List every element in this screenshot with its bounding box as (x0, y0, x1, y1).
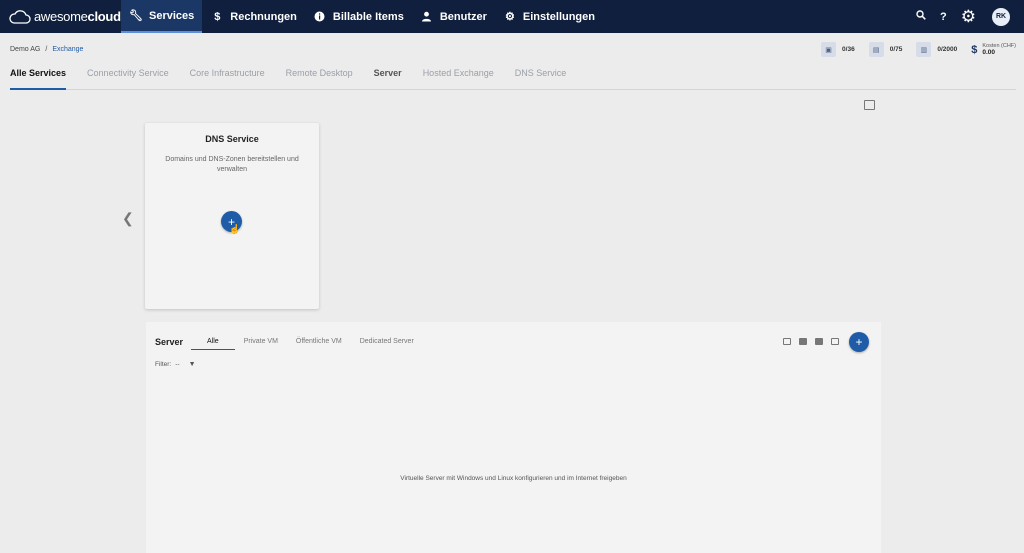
server-tab-oeffentliche-vm[interactable]: Öffentliche VM (287, 338, 351, 350)
nav-services[interactable]: 🔧︎ Services (121, 0, 203, 33)
card-title: DNS Service (205, 134, 259, 144)
user-icon (420, 10, 434, 24)
server-tab-dedicated-server[interactable]: Dedicated Server (351, 338, 423, 350)
tab-server[interactable]: Server (374, 68, 402, 90)
settings-view-icon[interactable] (783, 338, 791, 345)
memory-usage: 0/75 (889, 46, 903, 53)
dns-service-card: DNS Service Domains und DNS-Zonen bereit… (145, 123, 319, 309)
filter-icon[interactable]: ▼ (189, 361, 196, 368)
layout-toggle-icon[interactable] (864, 100, 875, 110)
settings-gears-icon[interactable]: ⚙ (961, 7, 976, 27)
server-panel: Server Alle Private VM Öffentliche VM De… (146, 322, 881, 553)
nav-rechnungen-label: Rechnungen (230, 10, 297, 23)
dollar-icon: $ (971, 43, 978, 56)
tab-remote-desktop[interactable]: Remote Desktop (286, 68, 353, 90)
search-icon[interactable] (916, 10, 926, 23)
tab-core-infrastructure[interactable]: Core Infrastructure (190, 68, 265, 90)
server-panel-title: Server (155, 337, 184, 347)
nav-rechnungen[interactable]: $ Rechnungen (202, 0, 305, 33)
nav-einstellungen[interactable]: ⚙ Einstellungen (495, 0, 603, 33)
memory-icon: ▤ (868, 42, 884, 57)
nav-services-label: Services (149, 9, 195, 22)
wrench-icon: 🔧︎ (129, 10, 143, 22)
card-description: Domains und DNS-Zonen bereitstellen und … (165, 156, 299, 173)
breadcrumb-root[interactable]: Demo AG (10, 46, 40, 53)
filter-value[interactable]: -- (175, 361, 179, 368)
grid-view-icon[interactable] (831, 338, 839, 345)
service-tabs: Alle Services Connectivity Service Core … (10, 68, 1016, 90)
storage-usage: 0/2000 (937, 46, 958, 53)
filter-label: Filter: (155, 361, 172, 368)
tab-dns-service[interactable]: DNS Service (515, 68, 567, 90)
breadcrumb-separator: / (45, 46, 48, 53)
storage-icon: ▥ (916, 42, 932, 57)
gear-icon: ⚙ (504, 11, 515, 23)
cloud-icon (9, 9, 31, 24)
pointer-cursor-icon: ☝ (229, 224, 241, 234)
server-tab-alle[interactable]: Alle (191, 338, 235, 350)
view-options (783, 338, 839, 345)
chevron-left-icon[interactable]: ❮ (122, 210, 134, 227)
info-icon (313, 10, 327, 24)
folder-icon[interactable] (799, 338, 807, 345)
cost-value: 0.00 (982, 49, 996, 56)
avatar[interactable]: RK (992, 7, 1010, 26)
server-tab-private-vm[interactable]: Private VM (235, 338, 287, 350)
logo[interactable]: awesomecloud (9, 9, 121, 24)
tab-connectivity-service[interactable]: Connectivity Service (87, 68, 169, 90)
resource-stats: ▣ 0/36 ▤ 0/75 ▥ 0/2000 $ Kosten (CHF) 0.… (821, 42, 1016, 57)
cpu-icon: ▣ (821, 42, 837, 57)
nav-benutzer-label: Benutzer (439, 10, 487, 23)
nav-einstellungen-label: Einstellungen (522, 10, 595, 23)
empty-state-message: Virtuelle Server mit Windows und Linux k… (400, 475, 627, 482)
help-icon[interactable]: ? (940, 11, 947, 23)
tab-hosted-exchange[interactable]: Hosted Exchange (423, 68, 494, 90)
tab-alle-services[interactable]: Alle Services (10, 68, 67, 90)
cost-summary: $ Kosten (CHF) 0.00 (971, 43, 1016, 56)
logo-text: awesomecloud (34, 9, 121, 24)
nav-billable-items[interactable]: Billable Items (305, 0, 412, 33)
cpu-usage: 0/36 (842, 46, 855, 53)
nav-billable-items-label: Billable Items (332, 10, 404, 23)
breadcrumb: Demo AG / Exchange (10, 46, 83, 53)
nav-benutzer[interactable]: Benutzer (412, 0, 495, 33)
breadcrumb-current[interactable]: Exchange (52, 46, 83, 53)
top-nav: awesomecloud 🔧︎ Services $ Rechnungen Bi… (0, 0, 1024, 33)
dollar-icon: $ (214, 10, 221, 23)
server-tabs: Alle Private VM Öffentliche VM Dedicated… (191, 338, 423, 350)
add-server-button[interactable]: + (849, 332, 869, 352)
filter-bar: Filter: -- ▼ (155, 361, 196, 368)
nav-right-tools: ? ⚙ RK (902, 0, 1010, 33)
list-view-icon[interactable] (815, 338, 823, 345)
